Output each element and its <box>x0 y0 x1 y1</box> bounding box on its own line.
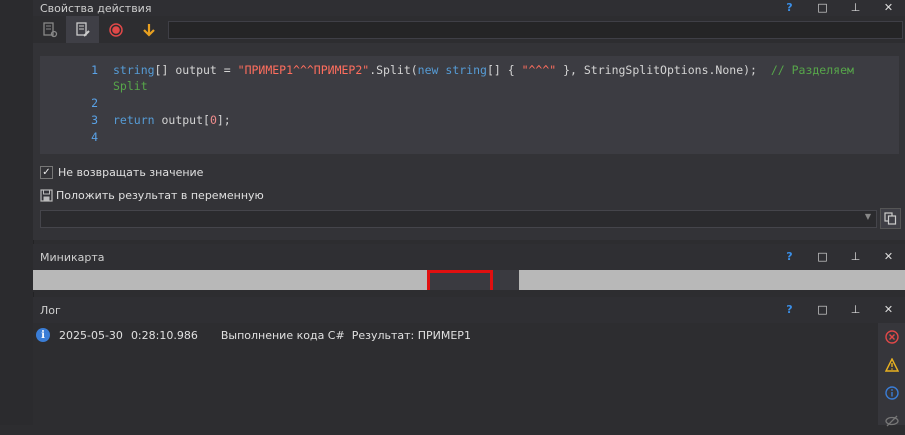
info-circle-icon <box>884 386 899 400</box>
code-token: ]; <box>216 113 231 127</box>
copy-icon <box>884 212 897 225</box>
code-settings-button[interactable] <box>33 16 66 43</box>
help-button[interactable]: ? <box>773 297 806 323</box>
panel-titlebar: Лог ? □ ⊥ ✕ <box>33 297 905 323</box>
document-gear-icon <box>42 21 57 37</box>
code-line: 3 return output[0]; <box>40 112 899 128</box>
copy-variable-button[interactable] <box>880 208 901 229</box>
step-into-button[interactable] <box>132 16 165 43</box>
log-filter-bar <box>878 323 905 427</box>
eye-off-icon <box>884 415 899 427</box>
code-token: output[ <box>154 113 210 127</box>
line-number: 4 <box>91 130 98 144</box>
result-variable-select[interactable]: ▼ <box>40 210 877 228</box>
code-token: return <box>113 113 155 127</box>
line-number: 1 <box>91 63 98 77</box>
action-properties-panel: Свойства действия ? □ ⊥ ✕ 1 string[] out… <box>33 0 905 240</box>
filter-errors-button[interactable] <box>878 323 905 351</box>
warning-icon <box>884 358 899 372</box>
breakpoint-button[interactable] <box>99 16 132 43</box>
code-line: 2 <box>40 95 899 111</box>
toolbar-field[interactable] <box>168 21 903 39</box>
code-token: // Разделяем <box>770 63 854 77</box>
code-token: "^^^" <box>521 63 557 77</box>
close-button[interactable]: ✕ <box>872 0 905 16</box>
panel-titlebar: Миникарта ? □ ⊥ ✕ <box>33 244 905 270</box>
filter-info-button[interactable] <box>878 379 905 407</box>
maximize-button[interactable]: □ <box>806 297 839 323</box>
line-number: 2 <box>91 96 98 110</box>
error-icon <box>884 330 899 344</box>
panel-titlebar: Свойства действия ? □ ⊥ ✕ <box>33 0 905 16</box>
code-token: new <box>417 63 439 77</box>
code-token: 0 <box>209 113 217 127</box>
code-token: "ПРИМЕР1^^^ПРИМЕР2" <box>237 63 370 77</box>
log-time: 0:28:10.986 <box>130 328 198 342</box>
log-list[interactable]: i 2025-05-30 0:28:10.986 Выполнение кода… <box>33 323 878 425</box>
save-icon <box>40 188 53 202</box>
maximize-button[interactable]: □ <box>806 244 839 270</box>
editor-toolbar <box>33 16 905 43</box>
code-editor[interactable]: 1 string[] output = "ПРИМЕР1^^^ПРИМЕР2".… <box>40 56 899 154</box>
code-line: 4 <box>40 129 899 145</box>
log-panel: Лог ? □ ⊥ ✕ i 2025-05-30 0:28:10.986 Вып… <box>33 297 905 427</box>
close-button[interactable]: ✕ <box>872 244 905 270</box>
code-edit-button[interactable] <box>66 16 99 43</box>
minimap-viewport[interactable] <box>427 270 493 290</box>
no-return-option[interactable]: ✓ Не возвращать значение <box>40 164 203 180</box>
code-token: Split <box>113 79 148 93</box>
help-button[interactable]: ? <box>773 244 806 270</box>
filter-hidden-button[interactable] <box>878 407 905 435</box>
help-button[interactable]: ? <box>773 0 806 16</box>
document-edit-icon <box>75 21 90 37</box>
log-message: Выполнение кода C# Результат: ПРИМЕР1 <box>220 328 471 342</box>
code-token: }, StringSplitOptions.None); <box>556 63 771 77</box>
code-line: 1 string[] output = "ПРИМЕР1^^^ПРИМЕР2".… <box>40 62 899 78</box>
close-button[interactable]: ✕ <box>872 297 905 323</box>
record-icon <box>108 22 123 37</box>
store-result-option[interactable]: Положить результат в переменную <box>40 187 264 203</box>
filter-warnings-button[interactable] <box>878 351 905 379</box>
code-line: Split <box>40 78 899 94</box>
log-date: 2025-05-30 <box>59 328 123 342</box>
minimap-canvas[interactable] <box>33 270 905 290</box>
maximize-button[interactable]: □ <box>806 0 839 16</box>
pin-button[interactable]: ⊥ <box>839 244 872 270</box>
log-entry[interactable]: i 2025-05-30 0:28:10.986 Выполнение кода… <box>36 327 471 343</box>
store-result-label: Положить результат в переменную <box>56 188 264 202</box>
no-return-label: Не возвращать значение <box>58 165 204 179</box>
minimap-shadow <box>493 270 519 290</box>
code-token: string <box>113 63 155 77</box>
line-code: Split <box>113 78 148 94</box>
code-token: [] { <box>486 63 522 77</box>
chevron-down-icon: ▼ <box>864 212 871 221</box>
info-icon: i <box>36 328 50 342</box>
line-code: return output[0]; <box>113 112 231 128</box>
code-token: [] output = <box>154 63 238 77</box>
line-code: string[] output = "ПРИМЕР1^^^ПРИМЕР2".Sp… <box>113 62 854 78</box>
arrow-down-icon <box>142 23 155 37</box>
pin-button[interactable]: ⊥ <box>839 297 872 323</box>
no-return-checkbox[interactable]: ✓ <box>40 165 53 179</box>
left-dock-strip <box>0 0 34 425</box>
code-token: .Split( <box>369 63 418 77</box>
code-token: string <box>445 63 487 77</box>
minimap-panel: Миникарта ? □ ⊥ ✕ <box>33 244 905 292</box>
line-number: 3 <box>91 113 98 127</box>
pin-button[interactable]: ⊥ <box>839 0 872 16</box>
